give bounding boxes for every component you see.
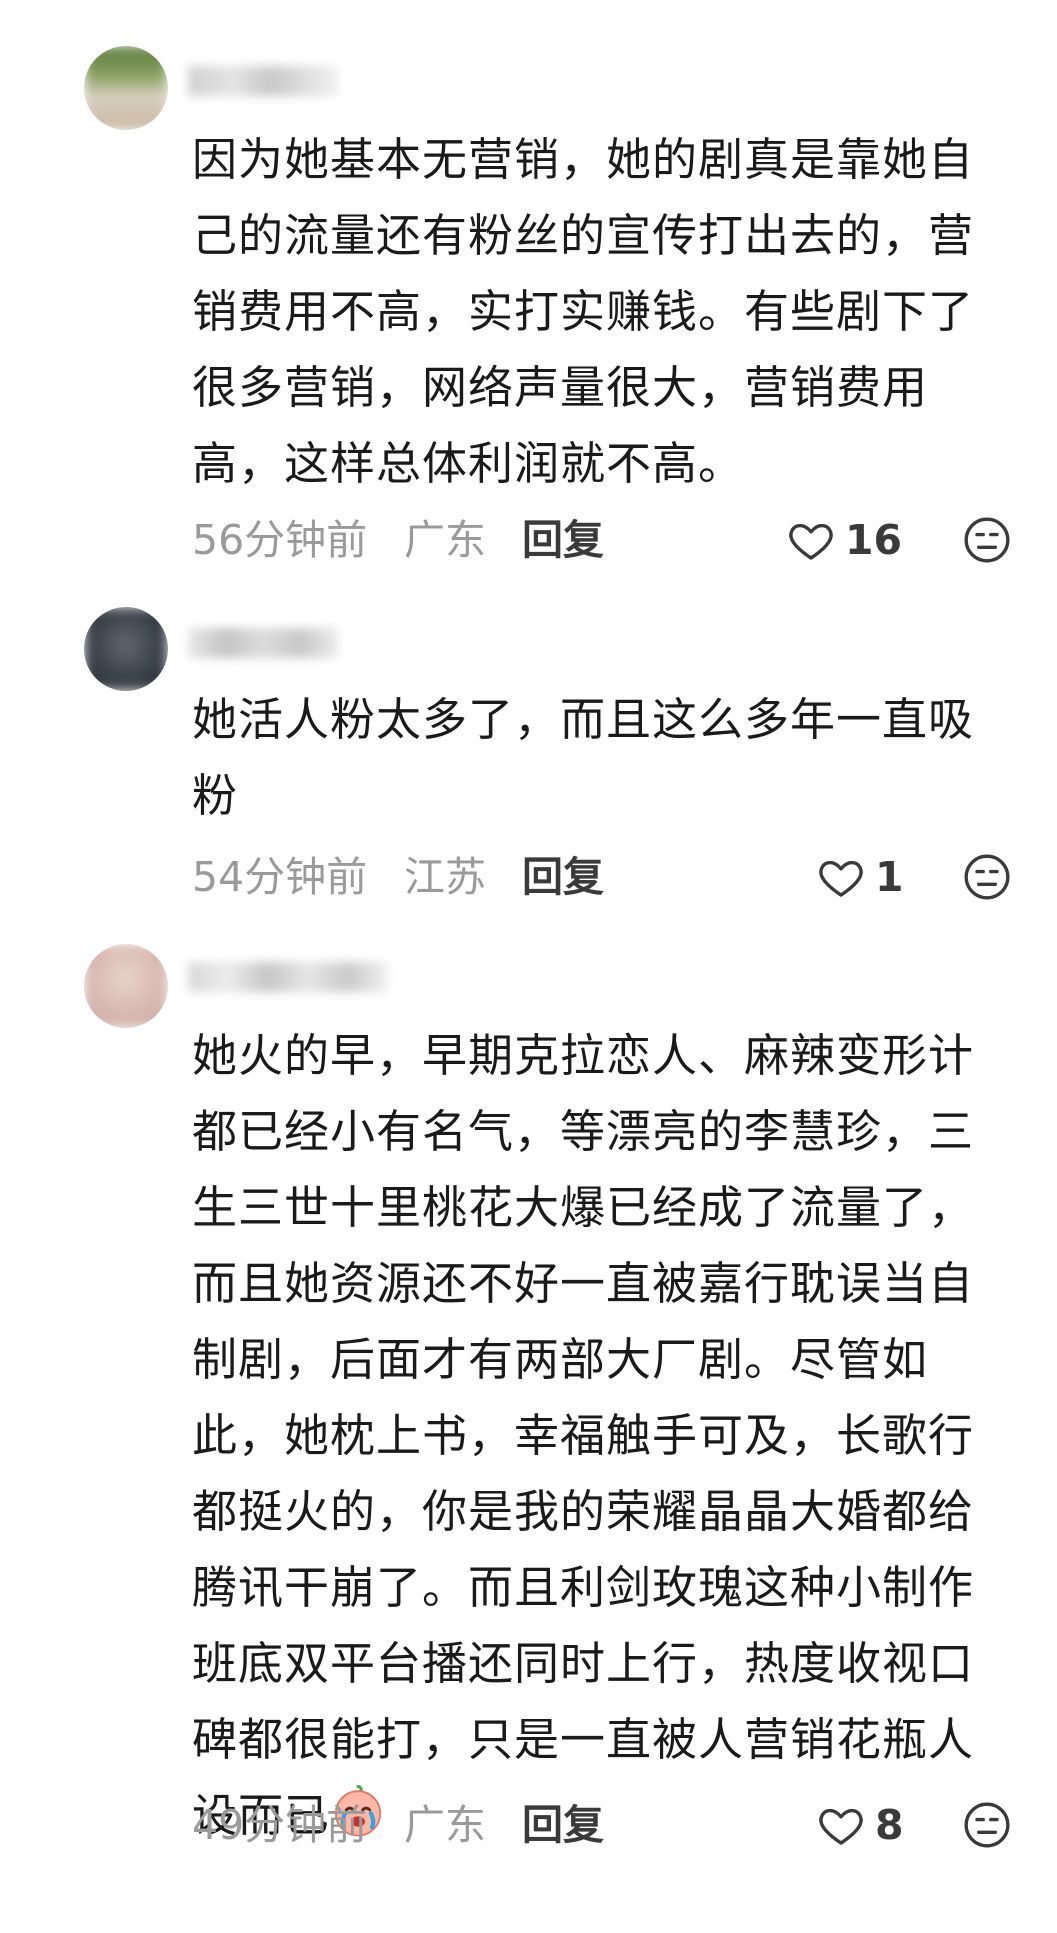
comment-meta: 56分钟前 广东 回复 16 <box>192 512 1052 568</box>
reply-button[interactable]: 回复 <box>522 1797 604 1853</box>
reply-button[interactable]: 回复 <box>522 849 604 905</box>
avatar[interactable] <box>84 46 168 130</box>
comment-location: 江苏 <box>404 853 486 901</box>
like-count: 16 <box>845 516 903 564</box>
like-button[interactable]: 1 <box>817 853 907 901</box>
username[interactable] <box>188 66 338 96</box>
like-button[interactable]: 8 <box>817 1801 907 1849</box>
neutral-face-icon <box>964 517 1010 563</box>
comment-text: 她火的早，早期克拉恋人、麻辣变形计都已经小有名气，等漂亮的李慧珍，三生三世十里桃… <box>192 1018 992 1854</box>
comment-location: 广东 <box>404 516 486 564</box>
comment-meta: 54分钟前 江苏 回复 1 <box>192 849 1052 905</box>
heart-outline-icon <box>789 523 833 560</box>
avatar[interactable] <box>84 607 168 691</box>
comment-location: 广东 <box>404 1801 486 1849</box>
dislike-button[interactable] <box>962 1800 1012 1850</box>
dislike-button[interactable] <box>962 515 1012 565</box>
heart-outline-icon <box>819 1808 863 1845</box>
comment-time: 54分钟前 <box>192 853 368 901</box>
comment-time: 49分钟前 <box>192 1801 368 1849</box>
like-count: 8 <box>875 1801 904 1849</box>
heart-outline-icon <box>819 860 863 897</box>
avatar[interactable] <box>84 944 168 1028</box>
neutral-face-icon <box>964 1802 1010 1848</box>
username[interactable] <box>188 628 338 658</box>
comment-text-content: 她火的早，早期克拉恋人、麻辣变形计都已经小有名气，等漂亮的李慧珍，三生三世十里桃… <box>192 1029 975 1842</box>
comment-time: 56分钟前 <box>192 516 368 564</box>
username[interactable] <box>188 962 388 992</box>
reply-button[interactable]: 回复 <box>522 512 604 568</box>
like-button[interactable]: 16 <box>787 516 907 564</box>
comment-text: 因为她基本无营销，她的剧真是靠她自己的流量还有粉丝的宣传打出去的，营销费用不高，… <box>192 133 975 490</box>
like-count: 1 <box>875 853 904 901</box>
neutral-face-icon <box>964 854 1010 900</box>
comment-text: 她活人粉太多了，而且这么多年一直吸粉 <box>192 693 975 822</box>
comment-meta: 49分钟前 广东 回复 8 <box>192 1797 1052 1853</box>
dislike-button[interactable] <box>962 852 1012 902</box>
